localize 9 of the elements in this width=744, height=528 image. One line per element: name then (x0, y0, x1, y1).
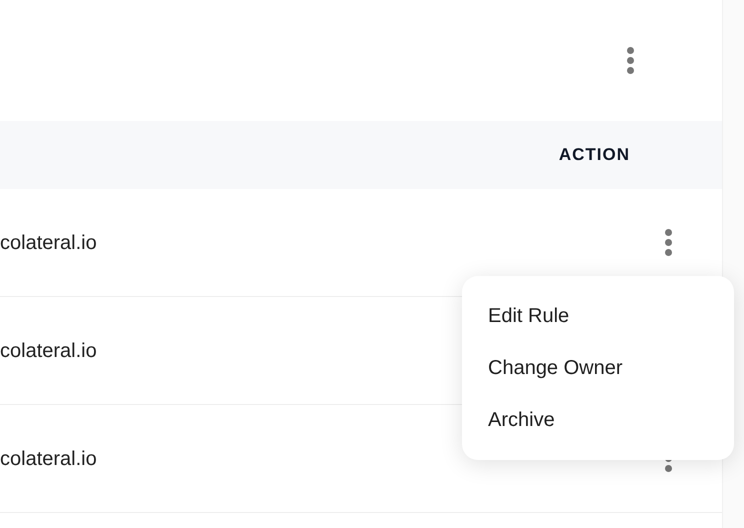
menu-item[interactable]: Archive (462, 394, 734, 446)
table-cell-text: colateral.io (0, 338, 97, 364)
table-cell-text: colateral.io (0, 446, 97, 472)
more-options-icon[interactable] (626, 47, 634, 74)
table-cell-text: colateral.io (0, 230, 97, 256)
more-options-icon[interactable] (664, 229, 672, 256)
menu-item[interactable]: Change Owner (462, 342, 734, 394)
column-header: ACTION (558, 144, 630, 166)
menu-item[interactable]: Edit Rule (462, 290, 734, 342)
